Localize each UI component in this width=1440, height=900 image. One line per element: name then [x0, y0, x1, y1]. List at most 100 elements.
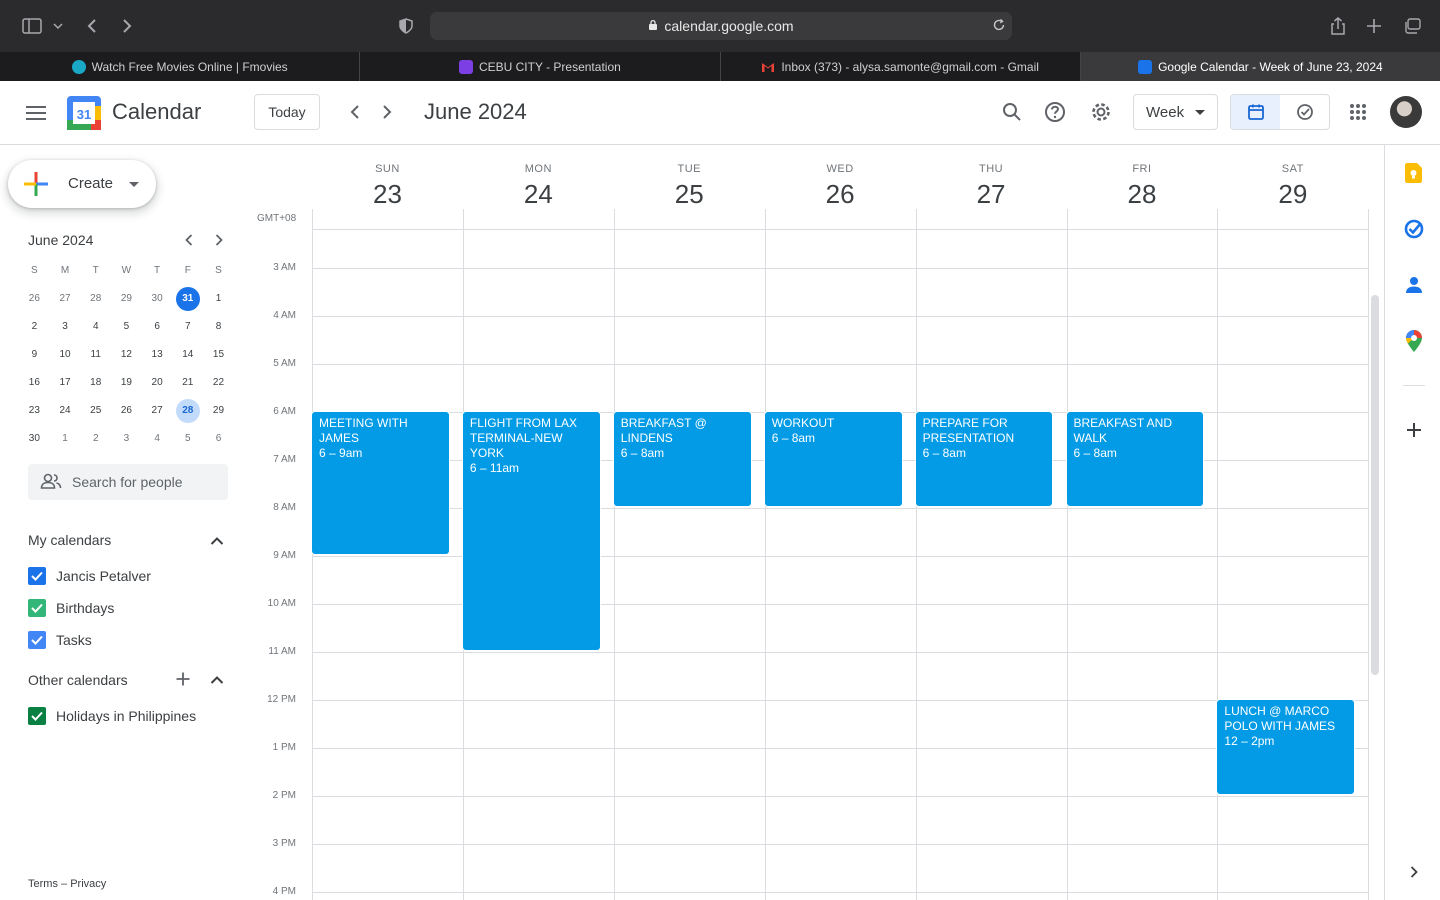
back-icon[interactable]	[80, 14, 104, 38]
day-date[interactable]: 23	[312, 179, 463, 210]
mini-calendar-day[interactable]: 11	[80, 343, 111, 367]
maps-icon[interactable]	[1403, 330, 1425, 352]
mini-calendar-day[interactable]: 15	[203, 343, 234, 367]
grid-scrollbar[interactable]	[1371, 295, 1379, 675]
mini-calendar-day[interactable]: 27	[50, 287, 81, 311]
mini-calendar-day[interactable]: 30	[142, 287, 173, 311]
day-header[interactable]: SAT 29	[1217, 145, 1368, 230]
today-button[interactable]: Today	[254, 94, 320, 130]
mini-calendar-day[interactable]: 24	[50, 399, 81, 423]
day-header[interactable]: TUE 25	[614, 145, 765, 230]
search-icon[interactable]	[999, 99, 1025, 125]
calendar-view-toggle-button[interactable]	[1231, 95, 1280, 129]
mini-calendar-day[interactable]: 10	[50, 343, 81, 367]
contacts-icon[interactable]	[1403, 274, 1425, 296]
day-header[interactable]: WED 26	[765, 145, 916, 230]
privacy-link[interactable]: Privacy	[70, 878, 106, 890]
mini-calendar-day[interactable]: 26	[19, 287, 50, 311]
mini-calendar-day[interactable]: 27	[142, 399, 173, 423]
mini-calendar-day[interactable]: 13	[142, 343, 173, 367]
calendar-event[interactable]: FLIGHT FROM LAX TERMINAL-NEW YORK 6 – 11a…	[461, 411, 601, 651]
terms-link[interactable]: Terms	[28, 878, 58, 890]
next-week-button[interactable]	[376, 101, 398, 123]
chevron-down-icon[interactable]	[50, 14, 66, 38]
mini-calendar-day[interactable]: 18	[80, 371, 111, 395]
mini-calendar-day[interactable]: 1	[50, 427, 81, 451]
chevron-up-icon[interactable]	[209, 533, 225, 549]
search-people-input[interactable]: Search for people	[28, 464, 228, 500]
mini-calendar-day[interactable]: 31	[172, 287, 203, 311]
tasks-icon[interactable]	[1403, 218, 1425, 240]
mini-calendar-day[interactable]: 2	[19, 315, 50, 339]
mini-calendar-day[interactable]: 17	[50, 371, 81, 395]
mini-calendar-day[interactable]: 4	[142, 427, 173, 451]
checkbox-checked-icon[interactable]	[28, 707, 46, 725]
day-date[interactable]: 28	[1067, 179, 1218, 210]
checkbox-checked-icon[interactable]	[28, 567, 46, 585]
calendar-item-tasks[interactable]: Tasks	[28, 628, 92, 652]
previous-week-button[interactable]	[344, 101, 366, 123]
settings-gear-icon[interactable]	[1088, 99, 1114, 125]
forward-icon[interactable]	[115, 14, 139, 38]
apps-grid-icon[interactable]	[1345, 99, 1371, 125]
shield-icon[interactable]	[394, 14, 418, 38]
day-date[interactable]: 29	[1217, 179, 1368, 210]
mini-calendar-day[interactable]: 19	[111, 371, 142, 395]
mini-calendar-day[interactable]: 9	[19, 343, 50, 367]
day-header[interactable]: THU 27	[916, 145, 1067, 230]
browser-tab[interactable]: Inbox (373) - alysa.samonte@gmail.com - …	[721, 52, 1081, 81]
day-date[interactable]: 26	[765, 179, 916, 210]
main-menu-icon[interactable]	[22, 101, 50, 125]
checkbox-checked-icon[interactable]	[28, 631, 46, 649]
mini-calendar-day[interactable]: 21	[172, 371, 203, 395]
create-button[interactable]: Create	[8, 160, 156, 208]
calendar-event[interactable]: WORKOUT 6 – 8am	[763, 411, 903, 507]
mini-calendar-day[interactable]: 1	[203, 287, 234, 311]
mini-calendar-day[interactable]: 2	[80, 427, 111, 451]
calendar-event[interactable]: LUNCH @ MARCO POLO WITH JAMES 12 – 2pm	[1216, 699, 1356, 795]
mini-calendar-day[interactable]: 6	[142, 315, 173, 339]
day-header[interactable]: FRI 28	[1067, 145, 1218, 230]
calendar-event[interactable]: MEETING WITH JAMES 6 – 9am	[311, 411, 450, 555]
mini-calendar-day[interactable]: 28	[172, 399, 203, 423]
mini-calendar-day[interactable]: 7	[172, 315, 203, 339]
calendar-item-jancis-petalver[interactable]: Jancis Petalver	[28, 564, 151, 588]
mini-calendar-day[interactable]: 22	[203, 371, 234, 395]
mini-calendar-day[interactable]: 29	[111, 287, 142, 311]
calendar-event[interactable]: PREPARE FOR PRESENTATION 6 – 8am	[914, 411, 1054, 507]
address-bar[interactable]: calendar.google.com	[430, 12, 1012, 40]
show-side-panel-chevron-icon[interactable]	[1403, 861, 1425, 883]
mini-calendar-day[interactable]: 14	[172, 343, 203, 367]
sidebar-toggle-icon[interactable]	[20, 14, 44, 38]
mini-calendar-day[interactable]: 3	[50, 315, 81, 339]
mini-calendar-day[interactable]: 8	[203, 315, 234, 339]
reload-icon[interactable]	[992, 18, 1006, 35]
mini-calendar-prev-button[interactable]	[180, 231, 198, 249]
day-date[interactable]: 24	[463, 179, 614, 210]
keep-notes-icon[interactable]	[1403, 162, 1425, 184]
mini-calendar-day[interactable]: 25	[80, 399, 111, 423]
account-avatar[interactable]	[1390, 96, 1422, 128]
other-calendars-header[interactable]: Other calendars	[28, 672, 128, 688]
mini-calendar-day[interactable]: 4	[80, 315, 111, 339]
browser-tab[interactable]: CEBU CITY - Presentation	[360, 52, 721, 81]
add-other-calendar-icon[interactable]	[175, 671, 191, 687]
mini-calendar-day[interactable]: 29	[203, 399, 234, 423]
checkbox-checked-icon[interactable]	[28, 599, 46, 617]
mini-calendar-day[interactable]: 5	[172, 427, 203, 451]
view-selector-dropdown[interactable]: Week	[1133, 94, 1218, 130]
tasks-view-toggle-button[interactable]	[1280, 95, 1329, 129]
calendar-event[interactable]: BREAKFAST @ LINDENS 6 – 8am	[612, 411, 752, 507]
tab-overview-icon[interactable]	[1400, 14, 1424, 38]
chevron-up-icon[interactable]	[209, 672, 225, 688]
day-header[interactable]: MON 24	[463, 145, 614, 230]
calendar-item-holidays-in-philippines[interactable]: Holidays in Philippines	[28, 704, 196, 728]
get-add-ons-plus-icon[interactable]	[1403, 419, 1425, 441]
calendar-item-birthdays[interactable]: Birthdays	[28, 596, 114, 620]
mini-calendar-day[interactable]: 26	[111, 399, 142, 423]
mini-calendar-day[interactable]: 3	[111, 427, 142, 451]
mini-calendar-day[interactable]: 23	[19, 399, 50, 423]
help-icon[interactable]	[1042, 99, 1068, 125]
mini-calendar-day[interactable]: 28	[80, 287, 111, 311]
mini-calendar-day[interactable]: 20	[142, 371, 173, 395]
